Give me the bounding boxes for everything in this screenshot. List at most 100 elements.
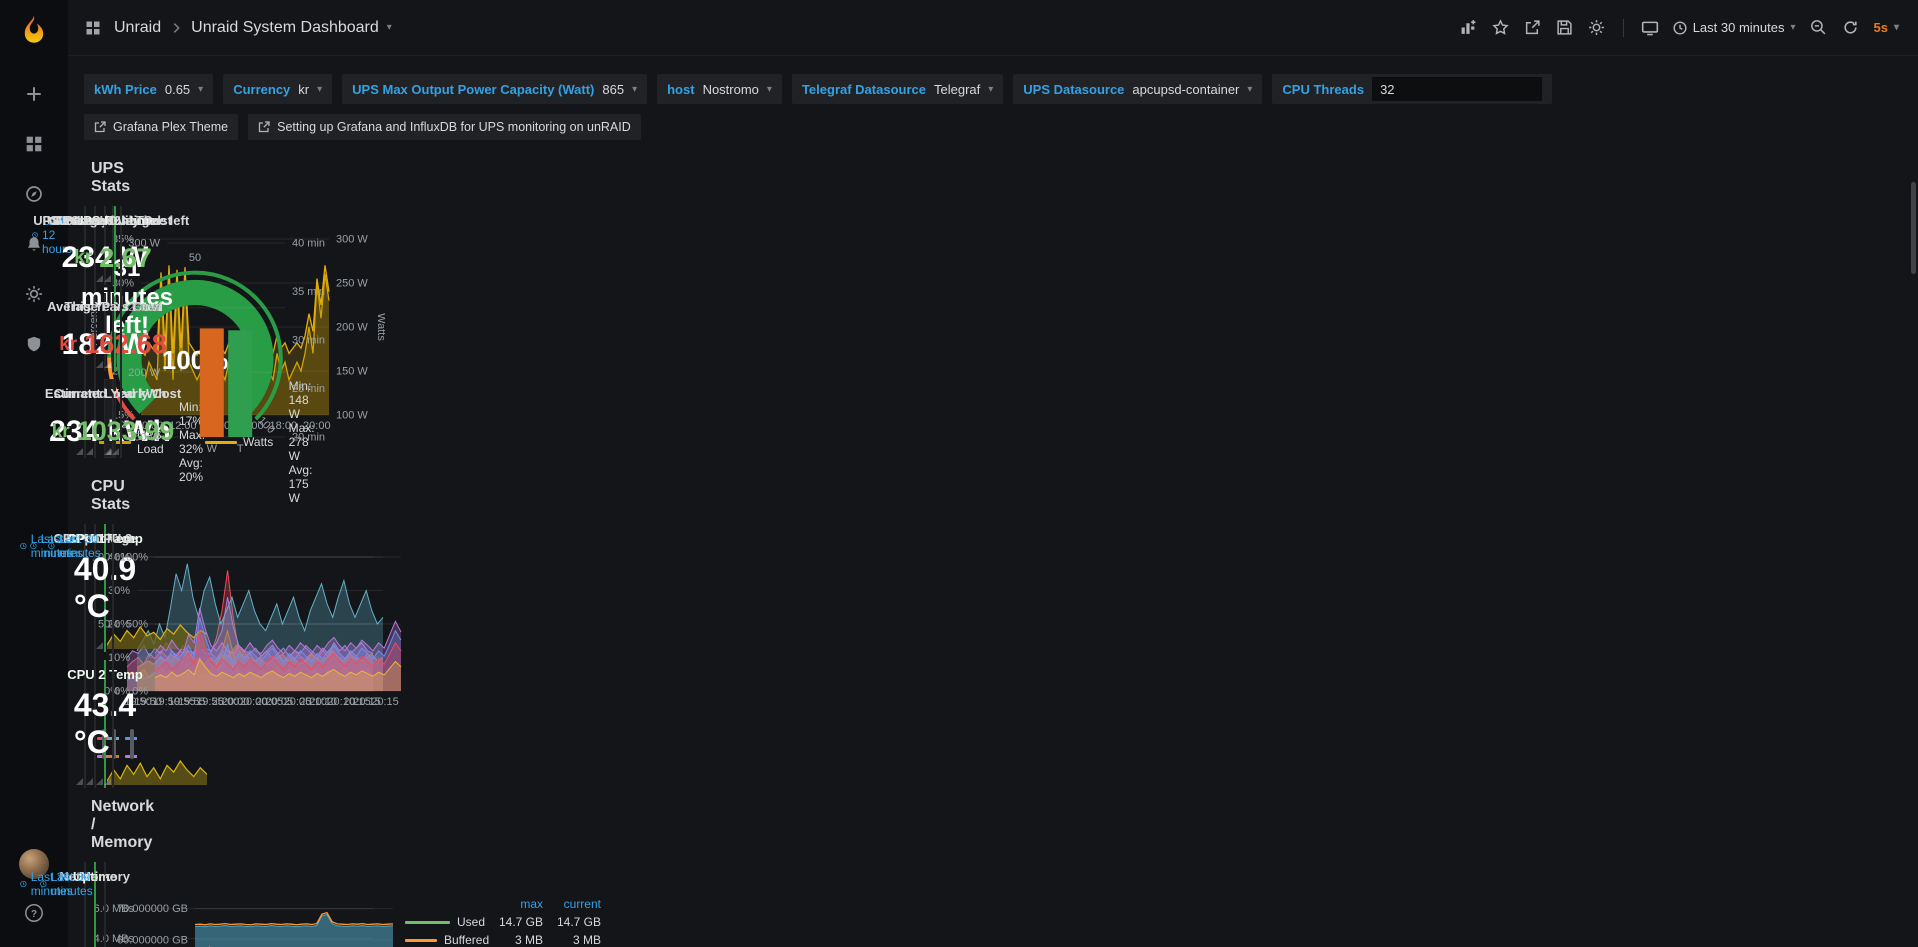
caret-down-icon: ▾ — [632, 84, 637, 95]
variable-label: host — [667, 82, 694, 97]
panel-title[interactable]: UPS Load vs Time left — [53, 213, 189, 228]
explore-compass-icon[interactable] — [14, 174, 54, 214]
variable-ups-max-output[interactable]: UPS Max Output Power Capacity (Watt) 865… — [342, 74, 647, 104]
help-icon[interactable]: ? — [14, 893, 54, 933]
svg-text:Watts: Watts — [375, 313, 385, 341]
legend-value: 3 MB — [543, 933, 601, 947]
link-label: Setting up Grafana and InfluxDB for UPS … — [277, 120, 631, 134]
clock-icon — [40, 878, 47, 890]
links-row: Grafana Plex Theme Setting up Grafana an… — [68, 104, 1918, 140]
dashboard-link-ups-monitoring-guide[interactable]: Setting up Grafana and InfluxDB for UPS … — [248, 114, 641, 140]
variable-cpu-threads: CPU Threads — [1272, 74, 1552, 104]
legend-scrollbar[interactable] — [130, 729, 134, 759]
zoom-out-button[interactable] — [1805, 14, 1833, 42]
grafana-logo[interactable] — [12, 8, 56, 52]
legend-value: 14.7 GB — [543, 915, 601, 929]
svg-text:20:10: 20:10 — [327, 696, 355, 708]
legend-value: 3 MB — [485, 933, 543, 947]
variable-telegraf-datasource[interactable]: Telegraf Datasource Telegraf ▾ — [792, 74, 1003, 104]
variable-label: UPS Datasource — [1023, 82, 1124, 97]
time-badge-label: Last 30 minutes — [59, 532, 106, 560]
time-range-label: Last 30 minutes — [1693, 20, 1785, 35]
server-admin-shield-icon[interactable] — [14, 324, 54, 364]
create-plus-icon[interactable] — [14, 74, 54, 114]
clock-icon — [20, 878, 27, 890]
main-area: Unraid Unraid System Dashboard ▾ — [68, 0, 1918, 947]
topnav-actions: Last 30 minutes ▾ 5s ▾ — [1455, 14, 1904, 42]
variable-value[interactable]: Telegraf — [934, 82, 980, 97]
share-button[interactable] — [1519, 14, 1547, 42]
grafana-flame-icon — [17, 13, 51, 47]
dashboard-dropdown-caret-icon[interactable]: ▾ — [387, 22, 392, 33]
panel-this-years-cost: This Years Cost kr 162.68 — [112, 293, 114, 372]
legend-col-current[interactable]: current — [543, 897, 601, 911]
panel-ups-load-vs-time-left: UPS Load vs Time left 300 W250 W200 W150… — [120, 206, 122, 458]
caret-down-icon: ▾ — [1894, 22, 1899, 33]
star-button[interactable] — [1487, 14, 1515, 42]
variable-label: Telegraf Datasource — [802, 82, 926, 97]
caret-down-icon: ▾ — [198, 84, 203, 95]
variable-value[interactable]: Nostromo — [703, 82, 759, 97]
memory-chart[interactable]: 70.000000 GB60.000000 GB50.000000 GB — [105, 889, 405, 947]
svg-text:20 min: 20 min — [292, 432, 325, 444]
variable-ups-datasource[interactable]: UPS Datasource apcupsd-container ▾ — [1013, 74, 1262, 104]
dashboards-icon[interactable] — [14, 124, 54, 164]
svg-text:0%: 0% — [132, 686, 148, 698]
variable-value[interactable]: 865 — [602, 82, 624, 97]
currency-prefix: kr — [74, 247, 92, 269]
section-title: Network / Memory — [91, 798, 154, 852]
clock-icon — [20, 540, 27, 552]
legend-col-max[interactable]: max — [485, 897, 543, 911]
caret-down-icon: ▾ — [1790, 22, 1795, 33]
caret-down-icon: ▾ — [767, 84, 772, 95]
section-title: UPS Stats — [91, 160, 130, 196]
topnav: Unraid Unraid System Dashboard ▾ — [68, 0, 1918, 56]
legend-col-avg[interactable]: avg — [125, 713, 137, 727]
panel-time-badge[interactable]: Last 30 minutes — [48, 532, 106, 560]
legend-row[interactable]: Used14.7 GB14.7 GB — [405, 913, 601, 931]
svg-text:300 W: 300 W — [128, 238, 160, 250]
breadcrumb-page[interactable]: Unraid System Dashboard — [191, 19, 379, 37]
legend-row[interactable]: Buffered3 MB3 MB — [405, 931, 601, 947]
panel-estimated-yearly-cost: Estimated Yearly Cost kr 1033.99 — [112, 379, 114, 458]
svg-text:150 W: 150 W — [128, 432, 160, 444]
svg-text:19:50: 19:50 — [152, 696, 180, 708]
sidebar: ? — [0, 0, 68, 947]
variable-label: Currency — [233, 82, 290, 97]
app-root: ? Unraid Unraid System Dashboard ▾ — [0, 0, 1918, 947]
variable-value[interactable]: apcupsd-container — [1132, 82, 1239, 97]
dashboard-body: UPS Stats UPS Load % Last 12 hours 35%30… — [68, 140, 100, 947]
variable-currency[interactable]: Currency kr ▾ — [223, 74, 332, 104]
save-button[interactable] — [1551, 14, 1579, 42]
variables-row: kWh Price 0.65 ▾ Currency kr ▾ UPS Max O… — [68, 56, 1918, 104]
variable-value[interactable]: 0.65 — [165, 82, 190, 97]
refresh-button[interactable] — [1837, 14, 1865, 42]
page-scrollbar[interactable] — [1911, 182, 1916, 274]
panel-time-badge[interactable]: Last 30 minutes — [40, 870, 98, 898]
clock-icon — [32, 229, 38, 241]
chevron-right-icon — [169, 21, 183, 35]
variable-host[interactable]: host Nostromo ▾ — [657, 74, 782, 104]
variable-label: kWh Price — [94, 82, 157, 97]
panel-cpu2-temp: CPU 2 Temp 43.4 °C — [104, 660, 106, 788]
clock-icon — [30, 540, 37, 552]
breadcrumb-app[interactable]: Unraid — [114, 19, 161, 37]
svg-text:T: T — [237, 443, 244, 455]
chart-canvas: 100%50%0%19:5019:5520:0020:0520:1020:15 — [113, 551, 413, 709]
cycle-view-monitor-icon[interactable] — [1636, 14, 1664, 42]
topnav-divider — [1623, 19, 1624, 37]
panel-memory: Memory Last 30 minutes 70.000000 GB60.00… — [104, 862, 106, 947]
variable-value[interactable]: kr — [298, 82, 309, 97]
currency-prefix: kr — [52, 421, 70, 443]
variable-kwh-price[interactable]: kWh Price 0.65 ▾ — [84, 74, 213, 104]
caret-down-icon: ▾ — [317, 84, 322, 95]
refresh-interval-select[interactable]: 5s ▾ — [1869, 14, 1905, 42]
dashboard-settings-gear-icon[interactable] — [1583, 14, 1611, 42]
legend-header: maxcurrent — [405, 895, 601, 913]
add-panel-button[interactable] — [1455, 14, 1483, 42]
cpu-threads-input[interactable] — [1372, 77, 1542, 101]
time-range-picker[interactable]: Last 30 minutes ▾ — [1668, 14, 1801, 42]
cpu2-legend: avgcurrent▾Core 2119%35%Core 2322%35% — [113, 709, 137, 787]
dashboard-link-grafana-plex-theme[interactable]: Grafana Plex Theme — [84, 114, 238, 140]
dashboard-grid-icon[interactable] — [80, 15, 106, 41]
